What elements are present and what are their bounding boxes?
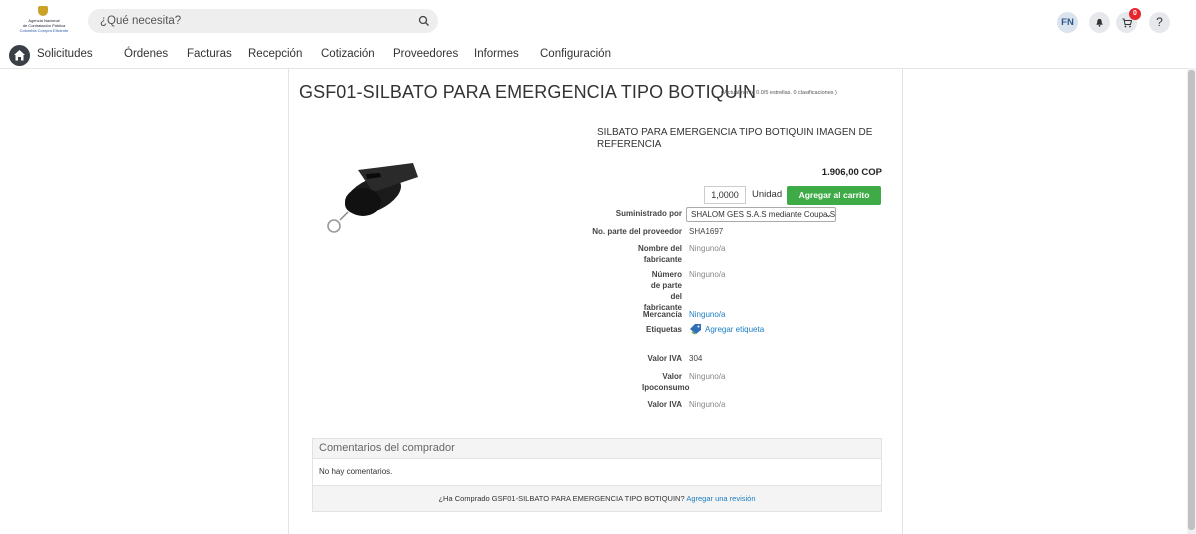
comments-header: Comentarios del comprador: [313, 439, 881, 459]
bell-icon: [1096, 18, 1103, 27]
logo-line-3: Colombia Compra Eficiente: [19, 28, 69, 33]
quantity-input[interactable]: [704, 186, 746, 204]
cart-icon: [1122, 18, 1132, 28]
iva-value: 304: [689, 354, 703, 363]
manufacturer-label: Nombre del fabricante: [637, 244, 682, 264]
manufacturer-value: Ninguno/a: [689, 244, 726, 253]
nav-configuracion[interactable]: Configuración: [540, 48, 611, 60]
supplier-part-value: SHA1697: [689, 227, 724, 236]
tags-label: Etiquetas: [645, 325, 682, 334]
product-price: 1.906,00 COP: [821, 167, 882, 178]
add-tag-link[interactable]: Agregar etiqueta: [705, 324, 764, 335]
search-bar: [88, 9, 438, 33]
add-to-cart-button[interactable]: Agregar al carrito: [787, 186, 881, 205]
nav-informes[interactable]: Informes: [474, 48, 519, 60]
ipoconsumo-value: Ninguno/a: [689, 372, 726, 381]
product-description: SILBATO PARA EMERGENCIA TIPO BOTIQUIN IM…: [597, 127, 873, 150]
nav-facturas[interactable]: Facturas: [187, 48, 232, 60]
cart-count-badge: 0: [1129, 8, 1141, 20]
nav-ordenes[interactable]: Órdenes: [124, 48, 168, 60]
scrollbar-thumb[interactable]: [1188, 70, 1195, 530]
nav-recepcion[interactable]: Recepción: [248, 48, 302, 60]
iva-label-2: Valor IVA: [647, 400, 682, 409]
product-rating: ( Actualmente 0.0/5 estrellas. 0 clasifi…: [721, 90, 837, 96]
tag-icon[interactable]: [689, 323, 703, 335]
supplied-by-label: Suministrado por: [615, 209, 682, 218]
product-image: [327, 163, 418, 233]
cart-button[interactable]: 0: [1116, 8, 1141, 33]
commodity-link[interactable]: Ninguno/a: [689, 309, 725, 320]
home-icon: [14, 50, 25, 61]
comments-title: Comentarios del comprador: [319, 442, 455, 454]
search-icon[interactable]: [418, 15, 430, 27]
manufacturer-part-label: Número de parte del fabricante: [643, 270, 682, 312]
agency-logo[interactable]: Agencia Nacional de Contratación Pública…: [14, 6, 74, 36]
iva-label: Valor IVA: [647, 354, 682, 363]
nav-cotizacion[interactable]: Cotización: [321, 48, 375, 60]
page-scrollbar[interactable]: [1187, 68, 1196, 534]
ipoconsumo-label: Valor Ipoconsumo: [642, 372, 690, 392]
user-avatar[interactable]: FN: [1057, 12, 1078, 33]
nav-solicitudes[interactable]: Solicitudes: [37, 48, 93, 60]
add-review-link[interactable]: Agregar una revisión: [686, 494, 755, 503]
home-button[interactable]: [9, 45, 30, 66]
unit-label: Unidad: [752, 189, 783, 200]
supplier-select[interactable]: SHALOM GES S.A.S mediante Coupa Sup... ⌄: [686, 207, 836, 222]
comments-footer: ¿Ha Comprado GSF01-SILBATO PARA EMERGENC…: [313, 485, 881, 511]
search-input[interactable]: [100, 12, 400, 30]
supplier-part-label: No. parte del proveedor: [592, 227, 682, 236]
crest-icon: [38, 6, 48, 16]
help-button[interactable]: ?: [1149, 12, 1170, 33]
main-nav: Solicitudes Órdenes Facturas Recepción C…: [0, 42, 1196, 68]
top-header: Agencia Nacional de Contratación Pública…: [0, 0, 1196, 42]
purchased-question: ¿Ha Comprado GSF01-SILBATO PARA EMERGENC…: [438, 494, 685, 503]
commodity-label: Mercancía: [642, 310, 682, 319]
no-comments-text: No hay comentarios.: [319, 467, 393, 476]
nav-proveedores[interactable]: Proveedores: [393, 48, 458, 60]
manufacturer-part-value: Ninguno/a: [689, 270, 726, 279]
supplier-select-value: SHALOM GES S.A.S mediante Coupa Sup...: [691, 210, 836, 219]
product-title: GSF01-SILBATO PARA EMERGENCIA TIPO BOTIQ…: [299, 82, 757, 102]
notifications-button[interactable]: [1089, 12, 1110, 33]
chevron-down-icon: ⌄: [825, 210, 832, 219]
buyer-comments-box: Comentarios del comprador No hay comenta…: [312, 438, 882, 512]
iva-value-2: Ninguno/a: [689, 400, 726, 409]
